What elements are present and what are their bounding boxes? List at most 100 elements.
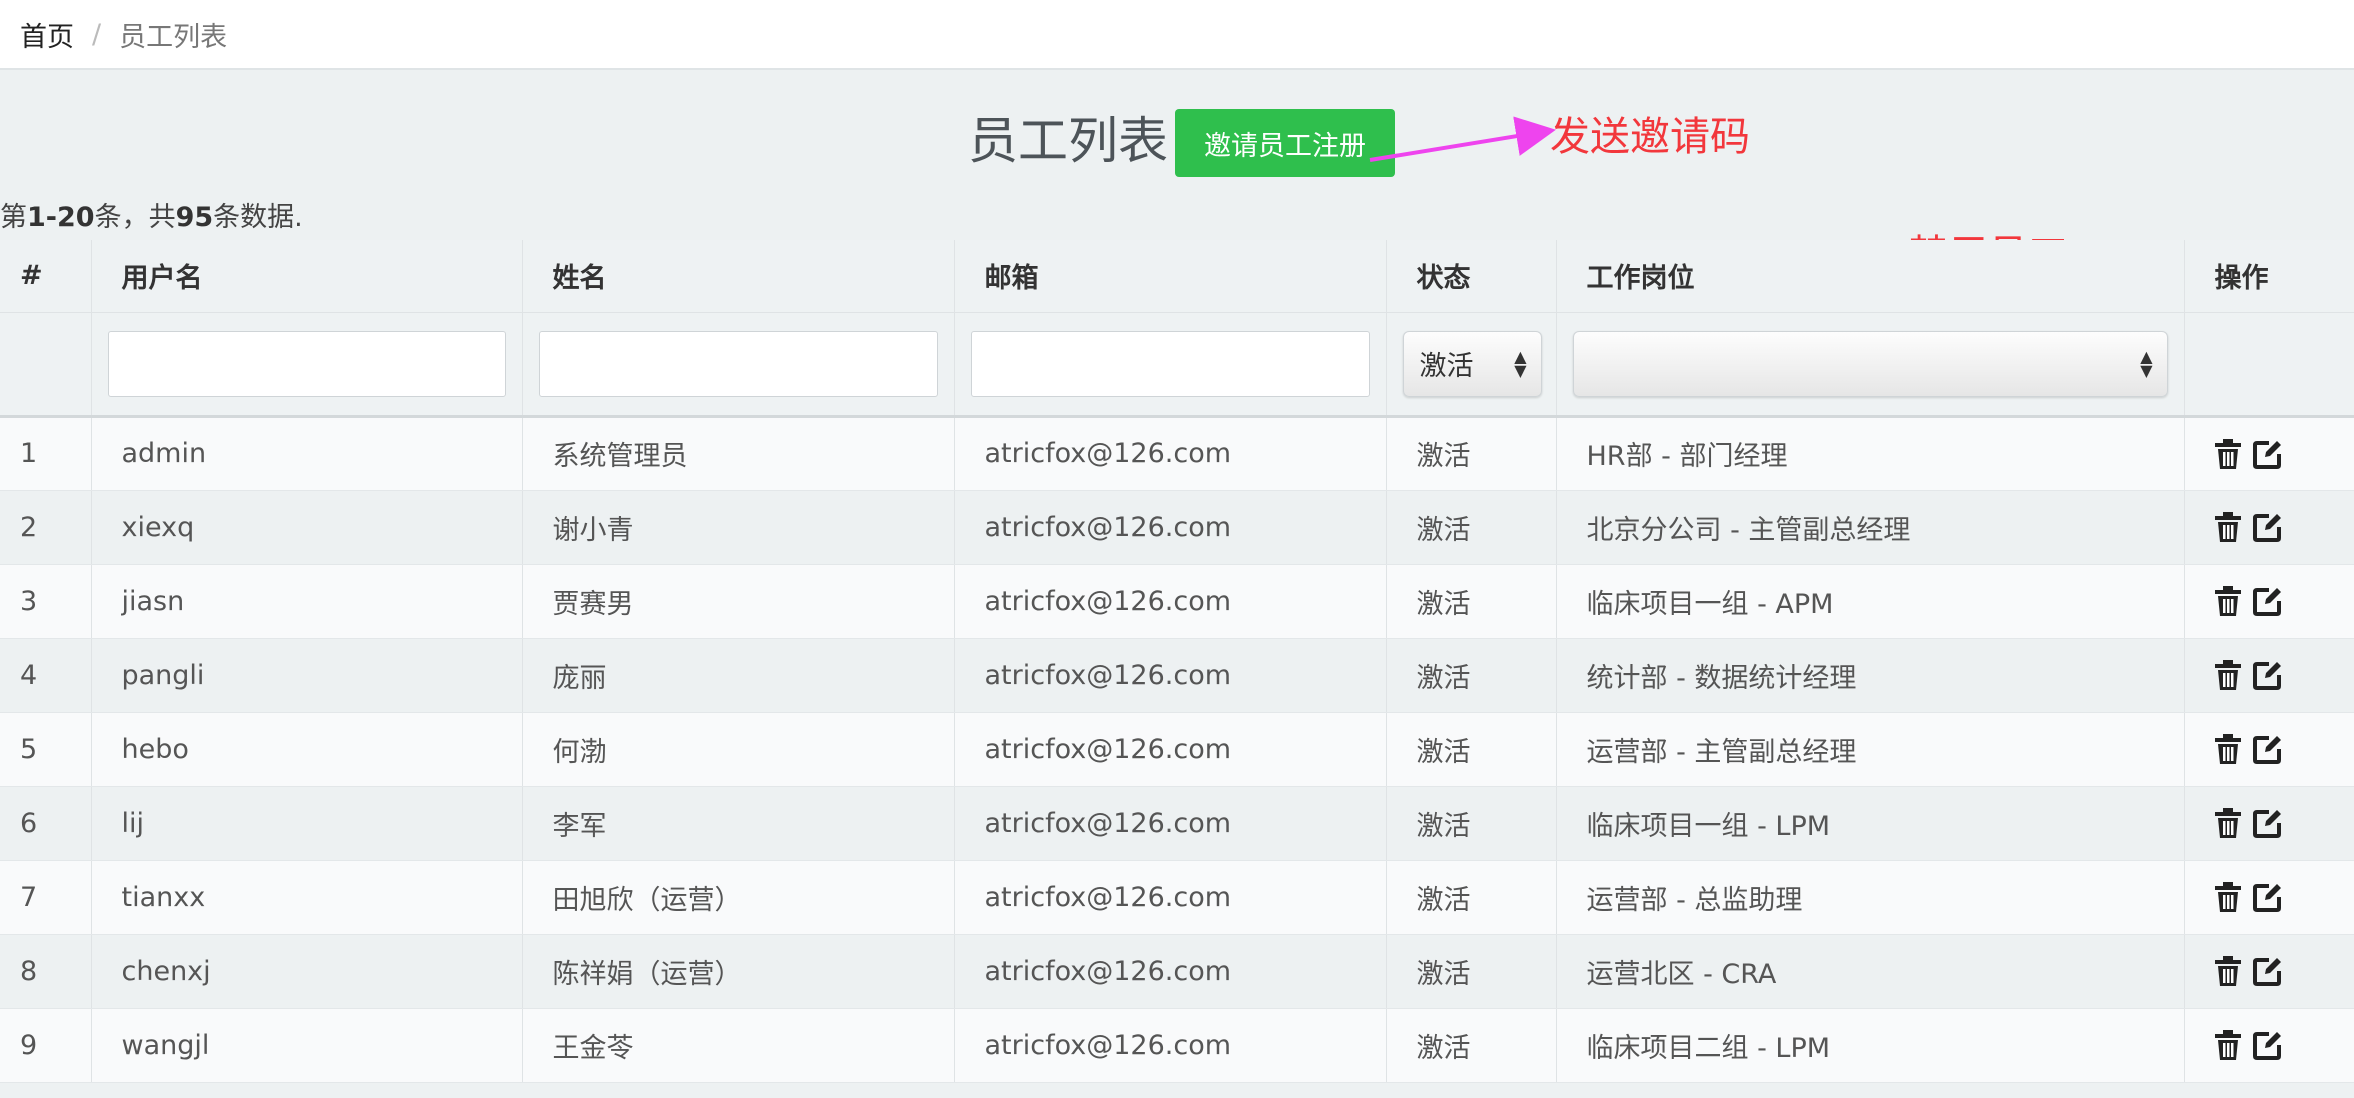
edit-icon[interactable] <box>2252 882 2283 912</box>
cell-email: atricfox@126.com <box>953 1008 1386 1083</box>
cell-name: 系统管理员 <box>521 416 954 491</box>
edit-icon[interactable] <box>2252 956 2283 986</box>
cell-status: 激活 <box>1385 416 1556 491</box>
edit-icon[interactable] <box>2252 512 2283 542</box>
cell-actions <box>2183 860 2354 935</box>
arrow-send-code <box>1369 116 1556 162</box>
table-row: 4 pangli 庞丽 atricfox@126.com 激活 统计部 - 数据… <box>0 638 2354 713</box>
header-index[interactable]: # <box>0 240 91 312</box>
filter-cell-empty <box>0 311 91 418</box>
cell-index: 2 <box>0 490 91 565</box>
breadcrumb-home-link[interactable]: 首页 <box>20 15 74 54</box>
cell-position: 临床项目一组 - LPM <box>1555 786 2184 861</box>
edit-icon[interactable] <box>2252 808 2283 838</box>
cell-index: 5 <box>0 712 91 787</box>
cell-position: 北京分公司 - 主管副总经理 <box>1555 490 2184 565</box>
cell-status: 激活 <box>1385 712 1556 787</box>
table-row: 8 chenxj 陈祥娟（运营） atricfox@126.com 激活 运营北… <box>0 934 2354 1009</box>
cell-username: xiexq <box>90 490 522 565</box>
trash-icon[interactable] <box>2214 808 2241 838</box>
cell-status: 激活 <box>1385 490 1556 565</box>
edit-icon[interactable] <box>2252 660 2283 690</box>
filter-status-select[interactable]: 激活 ▲ ▼ <box>1402 330 1542 397</box>
filter-name-input[interactable] <box>538 330 938 397</box>
cell-name: 陈祥娟（运营） <box>521 934 954 1009</box>
cell-email: atricfox@126.com <box>953 564 1386 639</box>
filter-row: 激活 ▲ ▼ ▲ ▼ <box>0 311 2354 418</box>
header-email[interactable]: 邮箱 <box>953 240 1386 312</box>
cell-status: 激活 <box>1385 638 1556 713</box>
table-row: 5 hebo 何渤 atricfox@126.com 激活 运营部 - 主管副总… <box>0 712 2354 787</box>
annotation-send-code: 发送邀请码 <box>1550 114 1750 160</box>
edit-icon[interactable] <box>2252 439 2283 469</box>
edit-icon[interactable] <box>2252 734 2283 764</box>
employee-table-container: # 用户名 姓名 邮箱 状态 工作岗位 操作 激活 ▲ ▼ ▲ ▼ 1 admi… <box>0 240 2354 1098</box>
cell-status: 激活 <box>1385 1008 1556 1083</box>
cell-actions <box>2183 564 2354 639</box>
cell-actions <box>2183 416 2354 491</box>
cell-name: 庞丽 <box>521 638 954 713</box>
cell-status: 激活 <box>1385 934 1556 1009</box>
filter-username-input[interactable] <box>107 330 506 397</box>
select-arrows-icon: ▲ ▼ <box>2140 346 2153 380</box>
invite-employee-button[interactable]: 邀请员工注册 <box>1175 109 1395 177</box>
cell-username: lij <box>90 786 522 861</box>
cell-index: 1 <box>0 416 91 491</box>
trash-icon[interactable] <box>2214 512 2241 542</box>
cell-username: wangjl <box>90 1008 522 1083</box>
cell-name: 谢小青 <box>521 490 954 565</box>
header-name[interactable]: 姓名 <box>521 240 954 312</box>
edit-icon[interactable] <box>2252 586 2283 616</box>
trash-icon[interactable] <box>2214 438 2241 469</box>
header-status[interactable]: 状态 <box>1385 240 1556 312</box>
cell-index: 9 <box>0 1008 91 1083</box>
trash-icon[interactable] <box>2214 660 2241 690</box>
table-row: 2 xiexq 谢小青 atricfox@126.com 激活 北京分公司 - … <box>0 490 2354 565</box>
cell-username: tianxx <box>90 860 522 935</box>
trash-icon[interactable] <box>2214 882 2241 912</box>
page-title: 员工列表 <box>968 112 1168 170</box>
cell-index: 4 <box>0 638 91 713</box>
trash-icon[interactable] <box>2214 734 2241 764</box>
cell-email: atricfox@126.com <box>953 860 1386 935</box>
cell-index: 6 <box>0 786 91 861</box>
cell-actions <box>2183 638 2354 713</box>
select-arrows-icon: ▲ ▼ <box>1514 346 1527 380</box>
cell-position: HR部 - 部门经理 <box>1555 416 2184 491</box>
record-summary: 第1-20条，共95条数据. <box>0 202 303 233</box>
cell-name: 何渤 <box>521 712 954 787</box>
table-row: 9 wangjl 王金苓 atricfox@126.com 激活 临床项目二组 … <box>0 1008 2354 1083</box>
trash-icon[interactable] <box>2214 956 2241 986</box>
table-row: 6 lij 李军 atricfox@126.com 激活 临床项目一组 - LP… <box>0 786 2354 861</box>
trash-icon[interactable] <box>2214 586 2241 616</box>
cell-username: pangli <box>90 638 522 713</box>
filter-email-input[interactable] <box>970 330 1370 397</box>
cell-index: 8 <box>0 934 91 1009</box>
breadcrumb-separator: / <box>92 18 102 50</box>
cell-index: 3 <box>0 564 91 639</box>
cell-email: atricfox@126.com <box>953 490 1386 565</box>
trash-icon[interactable] <box>2214 1030 2241 1060</box>
cell-position: 运营北区 - CRA <box>1555 934 2184 1009</box>
cell-index: 7 <box>0 860 91 935</box>
table-row: 7 tianxx 田旭欣（运营） atricfox@126.com 激活 运营部… <box>0 860 2354 935</box>
cell-position: 运营部 - 主管副总经理 <box>1555 712 2184 787</box>
cell-name: 田旭欣（运营） <box>521 860 954 935</box>
employee-table: # 用户名 姓名 邮箱 状态 工作岗位 操作 激活 ▲ ▼ ▲ ▼ 1 admi… <box>0 240 2354 1083</box>
filter-position-select[interactable]: ▲ ▼ <box>1572 330 2168 397</box>
cell-actions <box>2183 786 2354 861</box>
cell-username: jiasn <box>90 564 522 639</box>
header-username[interactable]: 用户名 <box>90 240 522 312</box>
cell-position: 临床项目一组 - APM <box>1555 564 2184 639</box>
cell-username: chenxj <box>90 934 522 1009</box>
header-position[interactable]: 工作岗位 <box>1555 240 2184 312</box>
breadcrumb-current: 员工列表 <box>119 21 228 53</box>
cell-name: 李军 <box>521 786 954 861</box>
edit-icon[interactable] <box>2252 1030 2283 1060</box>
cell-status: 激活 <box>1385 564 1556 639</box>
filter-status-value: 激活 <box>1419 351 1474 382</box>
table-row: 3 jiasn 贾赛男 atricfox@126.com 激活 临床项目一组 -… <box>0 564 2354 639</box>
breadcrumb: 首页 / 员工列表 <box>0 0 2354 70</box>
cell-email: atricfox@126.com <box>953 638 1386 713</box>
cell-actions <box>2183 934 2354 1009</box>
